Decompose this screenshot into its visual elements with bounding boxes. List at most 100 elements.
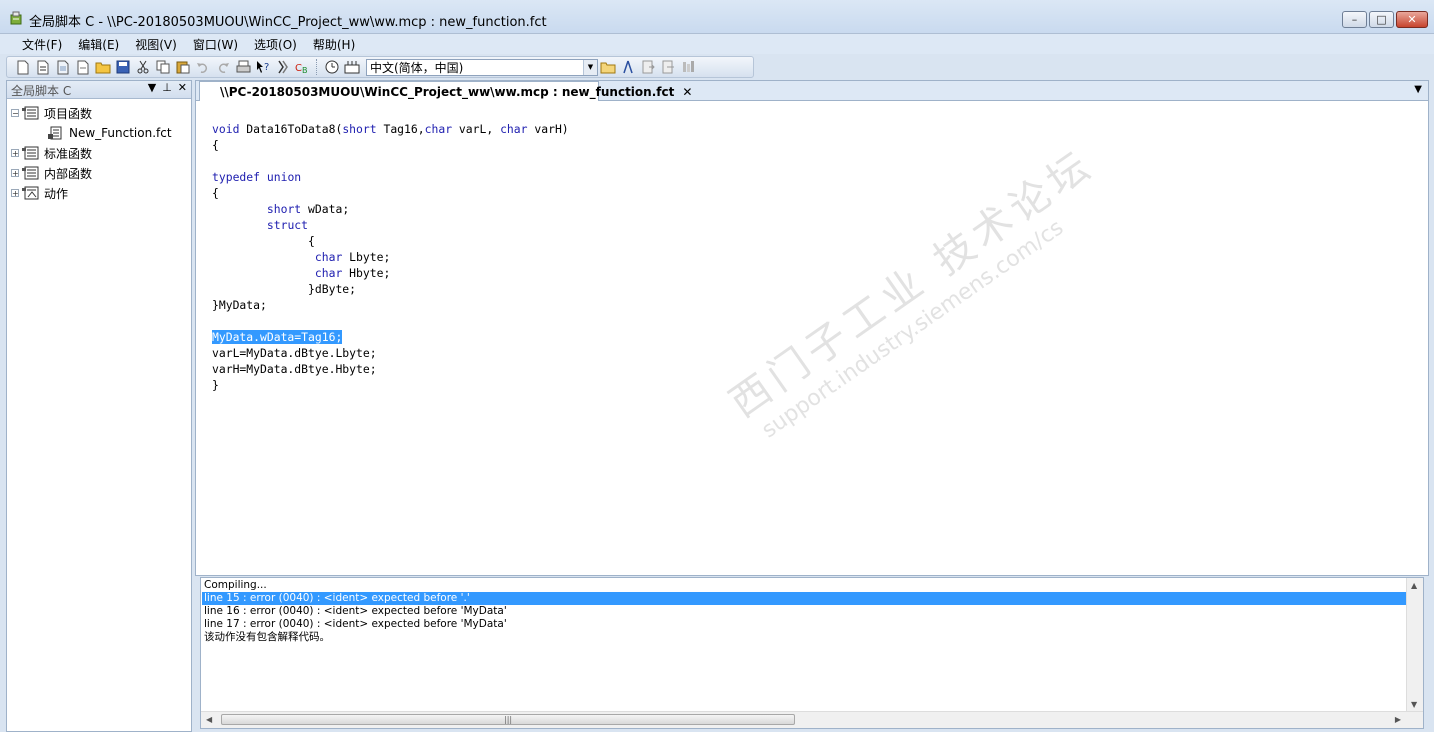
- output-line[interactable]: line 15 : error (0040) : <ident> expecte…: [202, 592, 1406, 605]
- code-line: }dByte;: [212, 282, 357, 296]
- minimize-icon: –: [1351, 13, 1358, 26]
- tree-item-new-function[interactable]: New_Function.fct: [7, 123, 191, 143]
- compile-icon[interactable]: [273, 58, 293, 76]
- watermark-title: 西门子工业 技术论坛: [721, 140, 1103, 427]
- function-group-icon: [22, 106, 39, 120]
- expand-icon[interactable]: +: [11, 149, 19, 158]
- action-group-icon: [22, 186, 39, 200]
- tab-close-icon[interactable]: ✕: [682, 85, 692, 99]
- code-line: }MyData;: [212, 298, 267, 312]
- language-select[interactable]: 中文(简体，中国) ▼: [366, 58, 598, 76]
- scroll-thumb[interactable]: |||: [221, 714, 795, 725]
- watermark-url: support.industry.siemens.com/cs: [757, 215, 1069, 444]
- code-editor[interactable]: void Data16ToData8(short Tag16,char varL…: [212, 121, 569, 393]
- output-line[interactable]: line 16 : error (0040) : <ident> expecte…: [202, 605, 1406, 618]
- code-keyword: short: [342, 122, 377, 136]
- tree-item-label: New_Function.fct: [69, 126, 172, 140]
- svg-text:B: B: [302, 66, 308, 74]
- scroll-down-icon[interactable]: ▼: [1411, 700, 1417, 709]
- folder-icon[interactable]: [598, 58, 618, 76]
- horizontal-scrollbar[interactable]: ◀ ||| ▶: [201, 711, 1423, 728]
- compass-icon[interactable]: [618, 58, 638, 76]
- tree-item-actions[interactable]: + 动作: [7, 183, 191, 203]
- expand-icon[interactable]: +: [11, 189, 19, 198]
- menu-bar: 文件(F) 编辑(E) 视图(V) 窗口(W) 选项(O) 帮助(H): [0, 34, 1434, 54]
- output-window: Compiling... line 15 : error (0040) : <id…: [200, 577, 1424, 729]
- menu-help[interactable]: 帮助(H): [305, 36, 363, 53]
- tag-icon[interactable]: [342, 58, 362, 76]
- paste-icon[interactable]: [173, 58, 193, 76]
- code-line: void Data16ToData8(short Tag16,char varL…: [212, 122, 569, 136]
- new-action-icon[interactable]: [73, 58, 93, 76]
- tree-view: − 项目函数 New_Function.fct + 标准函数 + 内部函数 + …: [7, 99, 191, 203]
- menu-view[interactable]: 视图(V): [127, 36, 185, 53]
- menu-file[interactable]: 文件(F): [14, 36, 70, 53]
- panel-menu-icon[interactable]: ▼: [148, 81, 156, 94]
- trigger-clock-icon[interactable]: [322, 58, 342, 76]
- code-line: {: [212, 234, 315, 248]
- code-editor-window: \\PC-20180503MUOU\WinCC_Project_ww\ww.mc…: [195, 80, 1429, 576]
- tab-new-function[interactable]: \\PC-20180503MUOU\WinCC_Project_ww\ww.mc…: [199, 81, 692, 101]
- export-icon[interactable]: [658, 58, 678, 76]
- code-keyword: typedef: [212, 170, 261, 184]
- tree-item-label: 内部函数: [44, 166, 93, 181]
- code-line: varH=MyData.dBtye.Hbyte;: [212, 362, 377, 376]
- open-folder-icon[interactable]: [93, 58, 113, 76]
- tab-list-chevron-icon[interactable]: ▼: [1414, 84, 1422, 95]
- close-button[interactable]: ✕: [1396, 11, 1428, 28]
- code-keyword: char: [314, 266, 343, 280]
- tab-strip: \\PC-20180503MUOU\WinCC_Project_ww\ww.mc…: [196, 81, 1428, 101]
- collapse-icon[interactable]: −: [11, 109, 19, 118]
- copy-icon[interactable]: [153, 58, 173, 76]
- redo-icon[interactable]: [213, 58, 233, 76]
- expand-icon[interactable]: +: [11, 169, 19, 178]
- context-help-icon[interactable]: ?: [253, 58, 273, 76]
- minimize-button[interactable]: –: [1342, 11, 1367, 28]
- code-line: {: [212, 186, 219, 200]
- tree-item-label: 项目函数: [44, 106, 93, 121]
- window-title: 全局脚本 C - \\PC-20180503MUOU\WinCC_Project…: [29, 15, 547, 30]
- vertical-scrollbar[interactable]: ▲ ▼: [1406, 578, 1423, 712]
- abc-check-icon[interactable]: CB: [293, 58, 313, 76]
- properties-icon[interactable]: [678, 58, 698, 76]
- cut-icon[interactable]: [133, 58, 153, 76]
- maximize-button[interactable]: □: [1369, 11, 1394, 28]
- scroll-right-icon[interactable]: ▶: [1395, 715, 1401, 724]
- tree-item-project-functions[interactable]: − 项目函数: [7, 103, 191, 123]
- chevron-down-icon[interactable]: ▼: [583, 59, 597, 75]
- menu-edit[interactable]: 编辑(E): [70, 36, 127, 53]
- output-list[interactable]: Compiling... line 15 : error (0040) : <id…: [202, 579, 1406, 644]
- language-select-value: 中文(简体，中国): [370, 60, 464, 75]
- close-icon: ✕: [1407, 13, 1417, 26]
- new-standard-function-icon[interactable]: [53, 58, 73, 76]
- undo-icon[interactable]: [193, 58, 213, 76]
- tree-item-internal-functions[interactable]: + 内部函数: [7, 163, 191, 183]
- tab-label: \\PC-20180503MUOU\WinCC_Project_ww\ww.mc…: [220, 84, 675, 99]
- code-line: }: [212, 378, 219, 392]
- selected-text: MyData.wData=Tag16;: [212, 330, 343, 344]
- tree-item-standard-functions[interactable]: + 标准函数: [7, 143, 191, 163]
- import-icon[interactable]: [638, 58, 658, 76]
- save-icon[interactable]: [113, 58, 133, 76]
- code-line: typedef union: [212, 169, 569, 185]
- output-line[interactable]: Compiling...: [202, 579, 1406, 592]
- output-line[interactable]: 该动作没有包含解释代码。: [202, 631, 1406, 644]
- pin-icon[interactable]: ⊥: [162, 81, 172, 94]
- scroll-up-icon[interactable]: ▲: [1411, 581, 1417, 590]
- output-line[interactable]: line 17 : error (0040) : <ident> expecte…: [202, 618, 1406, 631]
- print-icon[interactable]: [233, 58, 253, 76]
- forum-watermark: 西门子工业 技术论坛 support.industry.siemens.com/…: [716, 133, 1118, 449]
- new-project-function-icon[interactable]: [33, 58, 53, 76]
- toolbar-separator: [316, 59, 319, 75]
- new-file-icon[interactable]: [13, 58, 33, 76]
- scroll-left-icon[interactable]: ◀: [206, 715, 212, 724]
- menu-window[interactable]: 窗口(W): [185, 36, 246, 53]
- function-file-icon: [48, 126, 62, 140]
- toolbar: ? CB 中文(简体，中国) ▼: [6, 56, 754, 78]
- menu-options[interactable]: 选项(O): [246, 36, 305, 53]
- panel-close-icon[interactable]: ✕: [178, 81, 187, 94]
- svg-text:?: ?: [264, 62, 269, 73]
- panel-title: 全局脚本 C: [11, 84, 72, 98]
- title-bar: 全局脚本 C - \\PC-20180503MUOU\WinCC_Project…: [0, 0, 1434, 34]
